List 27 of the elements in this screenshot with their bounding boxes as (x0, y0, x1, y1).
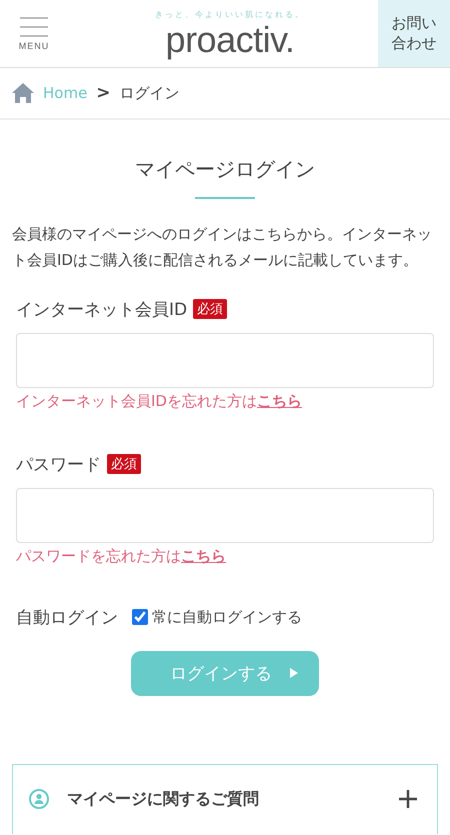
field-label: インターネット会員ID (16, 298, 188, 320)
tagline: きっと、今よりいい肌になれる。 (155, 9, 305, 20)
intro-text: 会員様のマイページへのログインはこちらから。インターネット会員IDはご購入後に配信されるメールに記載しています。 (12, 224, 433, 272)
contact-button[interactable]: お問い合わせ (378, 0, 450, 67)
required-badge: 必須 (193, 299, 228, 319)
field-label: パスワード (16, 454, 101, 476)
forgot-link[interactable]: こちら (256, 392, 302, 410)
input-field[interactable] (16, 488, 434, 542)
menu-icon (20, 16, 48, 36)
forgot-text: インターネット会員IDを忘れた方はこちら (16, 392, 303, 410)
breadcrumb-current: ログイン (120, 84, 180, 102)
auto-login-label: 自動ログイン (16, 606, 118, 628)
input-field[interactable] (16, 332, 434, 388)
faq-item[interactable]: マイページに関するご質問 (12, 764, 438, 834)
plus-icon (399, 790, 417, 808)
menu-button[interactable]: MENU (0, 0, 68, 67)
auto-login-checkbox[interactable] (132, 609, 148, 625)
breadcrumb-separator: > (96, 83, 111, 103)
auto-login-option[interactable]: 常に自動ログインする (152, 608, 302, 626)
logo[interactable]: proactiv. (166, 22, 294, 58)
play-icon (290, 668, 298, 678)
forgot-link[interactable]: こちら (181, 546, 226, 564)
home-icon[interactable] (12, 83, 34, 103)
required-badge: 必須 (107, 454, 141, 474)
user-icon (29, 789, 49, 809)
page-title: マイページログイン (134, 156, 316, 183)
forgot-text: パスワードを忘れた方はこちら (16, 546, 227, 566)
